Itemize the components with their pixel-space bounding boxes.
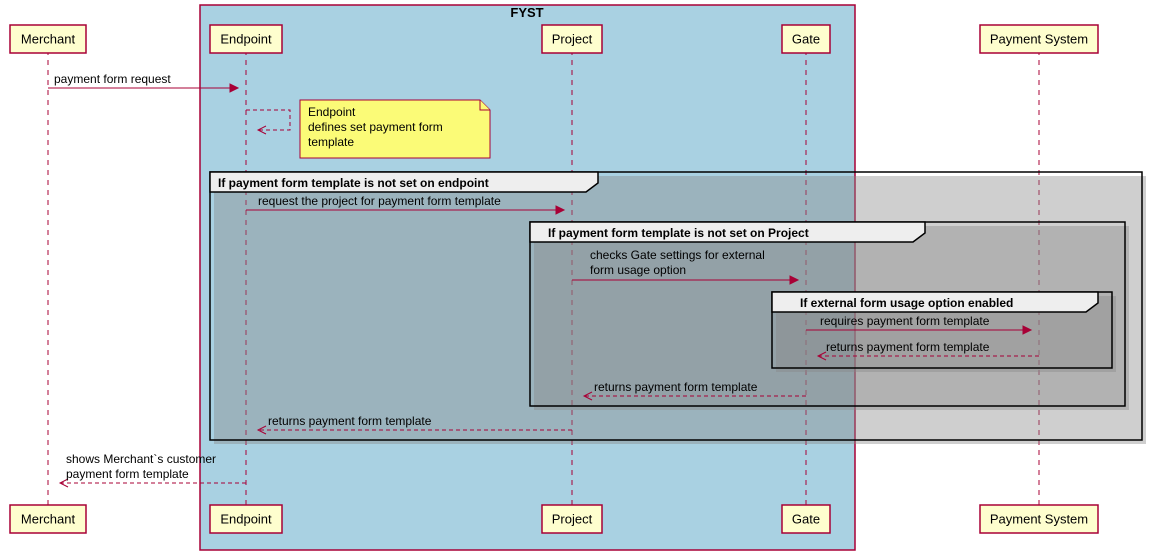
svg-text:Merchant: Merchant [21,31,76,46]
svg-text:If payment form template is no: If payment form template is not set on P… [548,226,809,240]
svg-text:form usage option: form usage option [590,263,686,277]
note-endpoint-defines: Endpoint defines set payment form templa… [300,100,490,158]
participant-endpoint-bottom: Endpoint [210,505,282,533]
svg-text:Merchant: Merchant [21,511,76,526]
svg-text:template: template [308,135,354,149]
group-fyst-title: FYST [510,5,543,20]
participant-payment-system-top: Payment System [980,25,1098,53]
participant-endpoint-top: Endpoint [210,25,282,53]
svg-text:checks Gate settings for exter: checks Gate settings for external [590,248,765,262]
svg-text:returns payment form template: returns payment form template [268,414,432,428]
participant-project-top: Project [542,25,602,53]
participant-merchant-top: Merchant [10,25,86,53]
svg-text:returns payment form template: returns payment form template [594,380,758,394]
svg-text:payment form template: payment form template [66,467,189,481]
svg-text:Gate: Gate [792,31,820,46]
svg-text:requires payment form template: requires payment form template [820,314,990,328]
participant-gate-top: Gate [782,25,830,53]
svg-text:defines set payment form: defines set payment form [308,120,443,134]
svg-text:Gate: Gate [792,511,820,526]
svg-text:Endpoint: Endpoint [308,105,356,119]
participant-payment-system-bottom: Payment System [980,505,1098,533]
svg-text:Endpoint: Endpoint [220,511,272,526]
participant-merchant-bottom: Merchant [10,505,86,533]
svg-text:Project: Project [552,31,593,46]
alt-box-external-enabled: If external form usage option enabled [772,292,1116,372]
svg-text:request the project for paymen: request the project for payment form tem… [258,194,501,208]
participant-project-bottom: Project [542,505,602,533]
svg-text:Project: Project [552,511,593,526]
sequence-diagram: FYST Merchant Endpoint Project Gate Paym… [0,0,1155,553]
svg-text:payment form request: payment form request [54,72,171,86]
svg-text:Payment System: Payment System [990,31,1088,46]
svg-text:shows Merchant`s customer: shows Merchant`s customer [66,452,216,466]
svg-text:Endpoint: Endpoint [220,31,272,46]
svg-text:returns payment form template: returns payment form template [826,340,990,354]
svg-text:If external form usage option: If external form usage option enabled [800,296,1013,310]
svg-text:If payment form template is no: If payment form template is not set on e… [218,176,489,190]
svg-text:Payment System: Payment System [990,511,1088,526]
participant-gate-bottom: Gate [782,505,830,533]
